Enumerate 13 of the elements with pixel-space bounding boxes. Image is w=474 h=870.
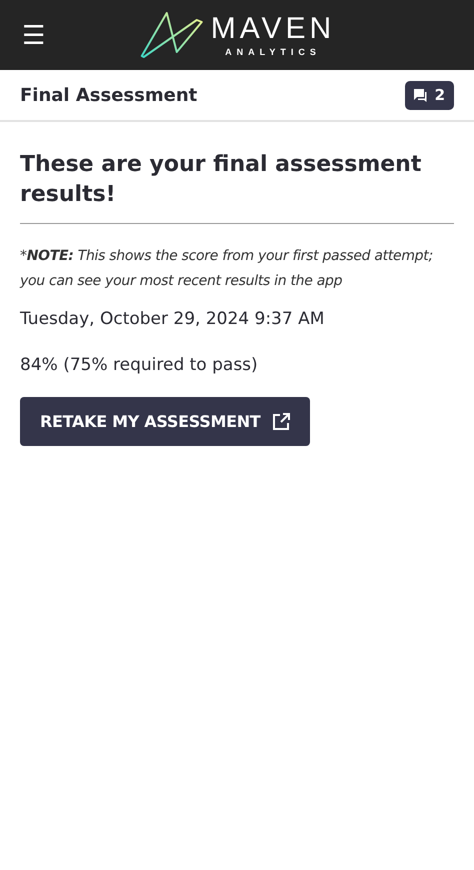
note-text: *NOTE: This shows the score from your first passed attempt; you can see your most recent results in the app — [20, 247, 434, 291]
external-link-icon — [272, 412, 290, 431]
results-heading: These are your final assessment results! — [20, 151, 422, 209]
retake-assessment-button[interactable]: RETAKE MY ASSESSMENT — [20, 397, 310, 446]
score-text: 84% (75% required to pass) — [20, 355, 259, 376]
logo-icon — [138, 10, 205, 60]
menu-button[interactable]: ☰ — [22, 22, 45, 48]
comments-icon — [414, 88, 428, 102]
attempt-date: Tuesday, October 29, 2024 9:37 AM — [20, 309, 326, 330]
comments-button[interactable]: 2 — [404, 80, 454, 110]
logo-wordmark: MAVEN — [210, 14, 336, 44]
logo-subtitle: ANALYTICS — [225, 46, 321, 56]
page-title: Final Assessment — [20, 84, 198, 106]
